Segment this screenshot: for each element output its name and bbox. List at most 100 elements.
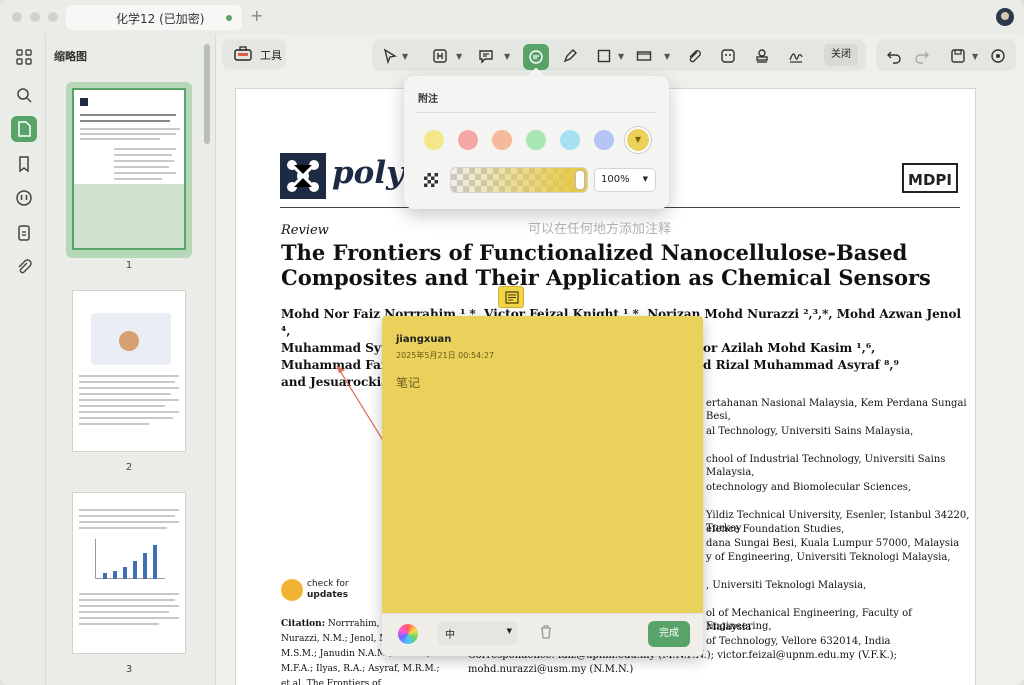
color-swatch-blue[interactable]	[594, 130, 614, 150]
textbox-tool-icon[interactable]	[636, 48, 652, 64]
highlight-tool-icon[interactable]	[432, 48, 448, 64]
comment-tool-icon[interactable]	[478, 48, 494, 64]
citation-label: Citation:	[281, 619, 326, 629]
affiliation: otechnology and Biomolecular Sciences,	[706, 482, 912, 493]
note-footer: 中 ▼ 完成	[382, 613, 703, 656]
affiliation: chool of Industrial Technology, Universi…	[706, 454, 946, 478]
search-icon[interactable]	[11, 82, 37, 108]
email-line: mohd.nurazzi@usm.my (N.M.N.)	[468, 664, 634, 675]
thumbnail-page-number: 2	[125, 462, 133, 473]
user-avatar[interactable]	[996, 8, 1014, 26]
note-author: jiangxuan	[396, 334, 452, 345]
affiliation: of Technology, Vellore 632014, India	[706, 636, 891, 647]
side-rail	[0, 34, 46, 685]
zoom-window-button[interactable]	[48, 12, 58, 22]
affiliation: ertahanan Nasional Malaysia, Kem Perdana…	[706, 398, 967, 422]
attachment-icon[interactable]	[11, 254, 37, 280]
chevron-down-icon[interactable]: ▼	[402, 52, 408, 61]
redo-icon[interactable]	[914, 48, 930, 64]
minimize-window-button[interactable]	[30, 12, 40, 22]
author-line-end: or Azilah Mohd Kasim ¹,⁶,	[703, 341, 876, 355]
save-icon[interactable]	[950, 48, 966, 64]
note-style-popover: 附注 ▼ 100% ▼	[404, 76, 669, 209]
opacity-value: 100%	[601, 174, 630, 185]
font-size-value: 中	[445, 630, 455, 641]
opacity-slider-handle[interactable]	[575, 170, 585, 190]
delete-icon[interactable]	[538, 624, 554, 640]
document-icon[interactable]	[11, 220, 37, 246]
page-icon[interactable]	[11, 116, 37, 142]
color-swatch-selected[interactable]: ▼	[625, 127, 651, 153]
title-bar: 化学12 (已加密) +	[0, 0, 1024, 34]
thumbnail-scrollbar[interactable]	[204, 44, 210, 144]
app-window: 化学12 (已加密) + 缩略图 1 2 3 工具 ▼ ▼ ▼ ▼ ▼ 关闭 ▼…	[0, 0, 1024, 685]
thumbnail-page-1[interactable]: 1	[66, 82, 192, 271]
journal-logo	[280, 153, 326, 199]
thumbnail-image	[72, 290, 186, 452]
affiliation: al Technology, Universiti Sains Malaysia…	[706, 426, 914, 437]
thumbnail-panel: 缩略图 1 2 3	[46, 34, 216, 685]
bookmark-icon[interactable]	[11, 151, 37, 177]
sticky-note[interactable]: jiangxuan 2025年5月21日 00:54:27 笔记 中 ▼ 完成	[382, 316, 703, 656]
thumbnail-panel-title: 缩略图	[54, 50, 87, 63]
affiliation: efence Foundation Studies,	[706, 524, 845, 535]
select-tool-icon[interactable]	[382, 48, 398, 65]
author-line-end: d Rizal Muhammad Asyraf ⁸,⁹	[703, 358, 899, 372]
article-title: The Frontiers of Functionalized Nanocell…	[281, 240, 931, 290]
document-tab[interactable]: 化学12 (已加密)	[66, 5, 242, 30]
article-type: Review	[281, 223, 329, 238]
edit-tool-group: ▼	[876, 39, 1016, 71]
color-swatch-red[interactable]	[458, 130, 478, 150]
thumbnail-page-number: 1	[125, 260, 133, 271]
toolbar: 工具 ▼ ▼ ▼ ▼ ▼ 关闭 ▼	[216, 34, 1024, 76]
chevron-down-icon[interactable]: ▼	[972, 52, 978, 61]
note-marker-icon[interactable]	[498, 286, 524, 308]
new-tab-button[interactable]: +	[250, 6, 263, 25]
author-line-start: Muhammad Syuk	[281, 341, 398, 355]
font-size-dropdown[interactable]: 中 ▼	[438, 621, 518, 645]
affiliation: , Universiti Teknologi Malaysia,	[706, 580, 867, 591]
chevron-down-icon[interactable]: ▼	[504, 52, 510, 61]
grid-icon[interactable]	[11, 44, 37, 70]
chevron-down-icon[interactable]: ▼	[456, 52, 462, 61]
chevron-down-icon[interactable]: ▼	[618, 52, 624, 61]
ai-assistant-icon[interactable]	[990, 48, 1006, 64]
note-text-area[interactable]: 笔记	[396, 374, 420, 391]
color-swatch-cyan[interactable]	[560, 130, 580, 150]
close-window-button[interactable]	[12, 12, 22, 22]
affiliation: Malaysia	[706, 622, 752, 633]
shape-tool-icon[interactable]	[596, 48, 612, 64]
popover-divider	[416, 112, 657, 113]
signature-tool-icon[interactable]	[788, 48, 804, 64]
affiliation: y of Engineering, Universiti Teknologi M…	[706, 552, 951, 563]
sticker-tool-icon[interactable]	[720, 48, 736, 64]
color-swatch-orange[interactable]	[492, 130, 512, 150]
opacity-slider[interactable]	[450, 167, 588, 193]
pen-tool-icon[interactable]	[562, 48, 578, 64]
undo-icon[interactable]	[886, 48, 902, 64]
thumbnail-page-3[interactable]: 3	[66, 486, 192, 675]
color-picker-icon[interactable]	[398, 624, 418, 644]
color-swatch-yellow[interactable]	[424, 130, 444, 150]
close-annotation-button[interactable]: 关闭	[824, 44, 858, 66]
thumbnail-image	[72, 492, 186, 654]
thumbnail-page-2[interactable]: 2	[66, 284, 192, 473]
chevron-down-icon: ▼	[634, 135, 642, 144]
thumbnail-image	[72, 88, 186, 250]
chevron-down-icon: ▼	[506, 627, 512, 635]
chevron-down-icon[interactable]: ▼	[664, 52, 670, 61]
toolbox-icon	[234, 46, 252, 61]
note-timestamp: 2025年5月21日 00:54:27	[396, 351, 495, 360]
check-updates-label-bold: updates	[307, 590, 349, 600]
done-button[interactable]: 完成	[648, 621, 690, 647]
color-swatch-green[interactable]	[526, 130, 546, 150]
stamp-tool-icon[interactable]	[754, 48, 770, 64]
attachment-tool-icon[interactable]	[686, 48, 702, 64]
publisher-logo: MDPI	[902, 163, 958, 193]
affiliation: dana Sungai Besi, Kuala Lumpur 57000, Ma…	[706, 538, 960, 549]
tools-button[interactable]: 工具	[222, 39, 286, 69]
annotation-icon[interactable]	[11, 185, 37, 211]
note-tool-icon[interactable]	[523, 44, 549, 70]
chevron-down-icon: ▼	[642, 175, 648, 183]
opacity-dropdown[interactable]: 100% ▼	[594, 168, 656, 192]
